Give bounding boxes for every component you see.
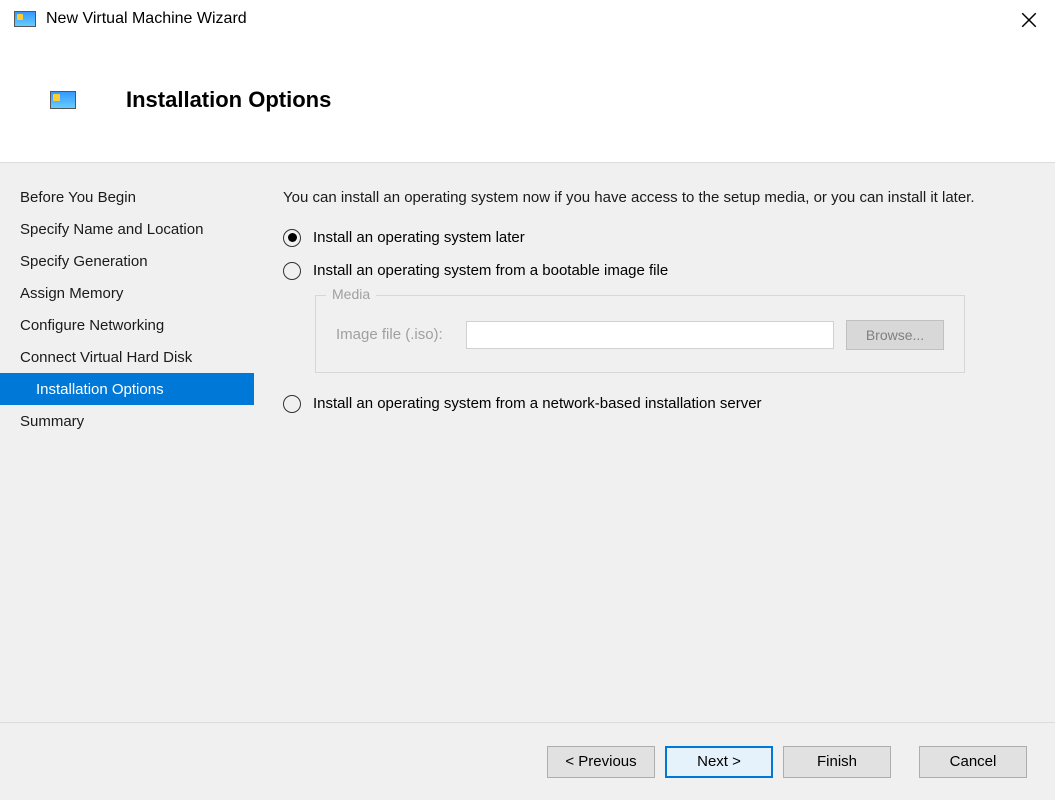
radio-install-bootable[interactable] (283, 262, 301, 280)
app-icon (14, 11, 36, 27)
step-label: Configure Networking (20, 317, 164, 334)
finish-button[interactable]: Finish (783, 746, 891, 778)
window-title: New Virtual Machine Wizard (46, 10, 247, 28)
radio-install-network[interactable] (283, 395, 301, 413)
option-install-bootable[interactable]: Install an operating system from a boota… (283, 262, 1027, 280)
radio-label-install-bootable: Install an operating system from a boota… (313, 262, 668, 279)
wizard-steps: Before You Begin Specify Name and Locati… (0, 163, 255, 722)
iso-label: Image file (.iso): (336, 326, 466, 343)
step-specify-name[interactable]: Specify Name and Location (0, 213, 254, 245)
media-row: Image file (.iso): Browse... (336, 320, 944, 350)
step-label: Summary (20, 413, 84, 430)
step-assign-memory[interactable]: Assign Memory (0, 277, 254, 309)
wizard-header: Installation Options (0, 38, 1055, 163)
radio-label-install-network: Install an operating system from a netwo… (313, 395, 762, 412)
media-legend: Media (326, 286, 376, 302)
step-label: Assign Memory (20, 285, 123, 302)
titlebar[interactable]: New Virtual Machine Wizard (0, 0, 1055, 38)
wizard-body: Before You Begin Specify Name and Locati… (0, 163, 1055, 722)
step-installation-options[interactable]: Installation Options (0, 373, 254, 405)
step-label: Before You Begin (20, 189, 136, 206)
step-label: Connect Virtual Hard Disk (20, 349, 192, 366)
content-pane: You can install an operating system now … (255, 163, 1055, 722)
browse-button[interactable]: Browse... (846, 320, 944, 350)
radio-label-install-later: Install an operating system later (313, 229, 525, 246)
page-title: Installation Options (126, 87, 331, 113)
step-label: Specify Generation (20, 253, 148, 270)
step-before-you-begin[interactable]: Before You Begin (0, 181, 254, 213)
iso-file-input[interactable] (466, 321, 834, 349)
step-specify-generation[interactable]: Specify Generation (0, 245, 254, 277)
step-label: Specify Name and Location (20, 221, 203, 238)
option-install-network[interactable]: Install an operating system from a netwo… (283, 395, 1027, 413)
option-install-later[interactable]: Install an operating system later (283, 229, 1027, 247)
step-label: Installation Options (36, 381, 164, 398)
media-fieldset: Media Image file (.iso): Browse... (315, 295, 965, 373)
close-icon (1020, 11, 1038, 29)
radio-install-later[interactable] (283, 229, 301, 247)
next-button[interactable]: Next > (665, 746, 773, 778)
previous-button[interactable]: < Previous (547, 746, 655, 778)
step-connect-vhd[interactable]: Connect Virtual Hard Disk (0, 341, 254, 373)
step-summary[interactable]: Summary (0, 405, 254, 437)
header-icon (50, 91, 76, 109)
cancel-button[interactable]: Cancel (919, 746, 1027, 778)
wizard-footer: < Previous Next > Finish Cancel (0, 722, 1055, 800)
intro-text: You can install an operating system now … (283, 187, 1027, 209)
close-button[interactable] (1017, 8, 1041, 32)
step-configure-networking[interactable]: Configure Networking (0, 309, 254, 341)
